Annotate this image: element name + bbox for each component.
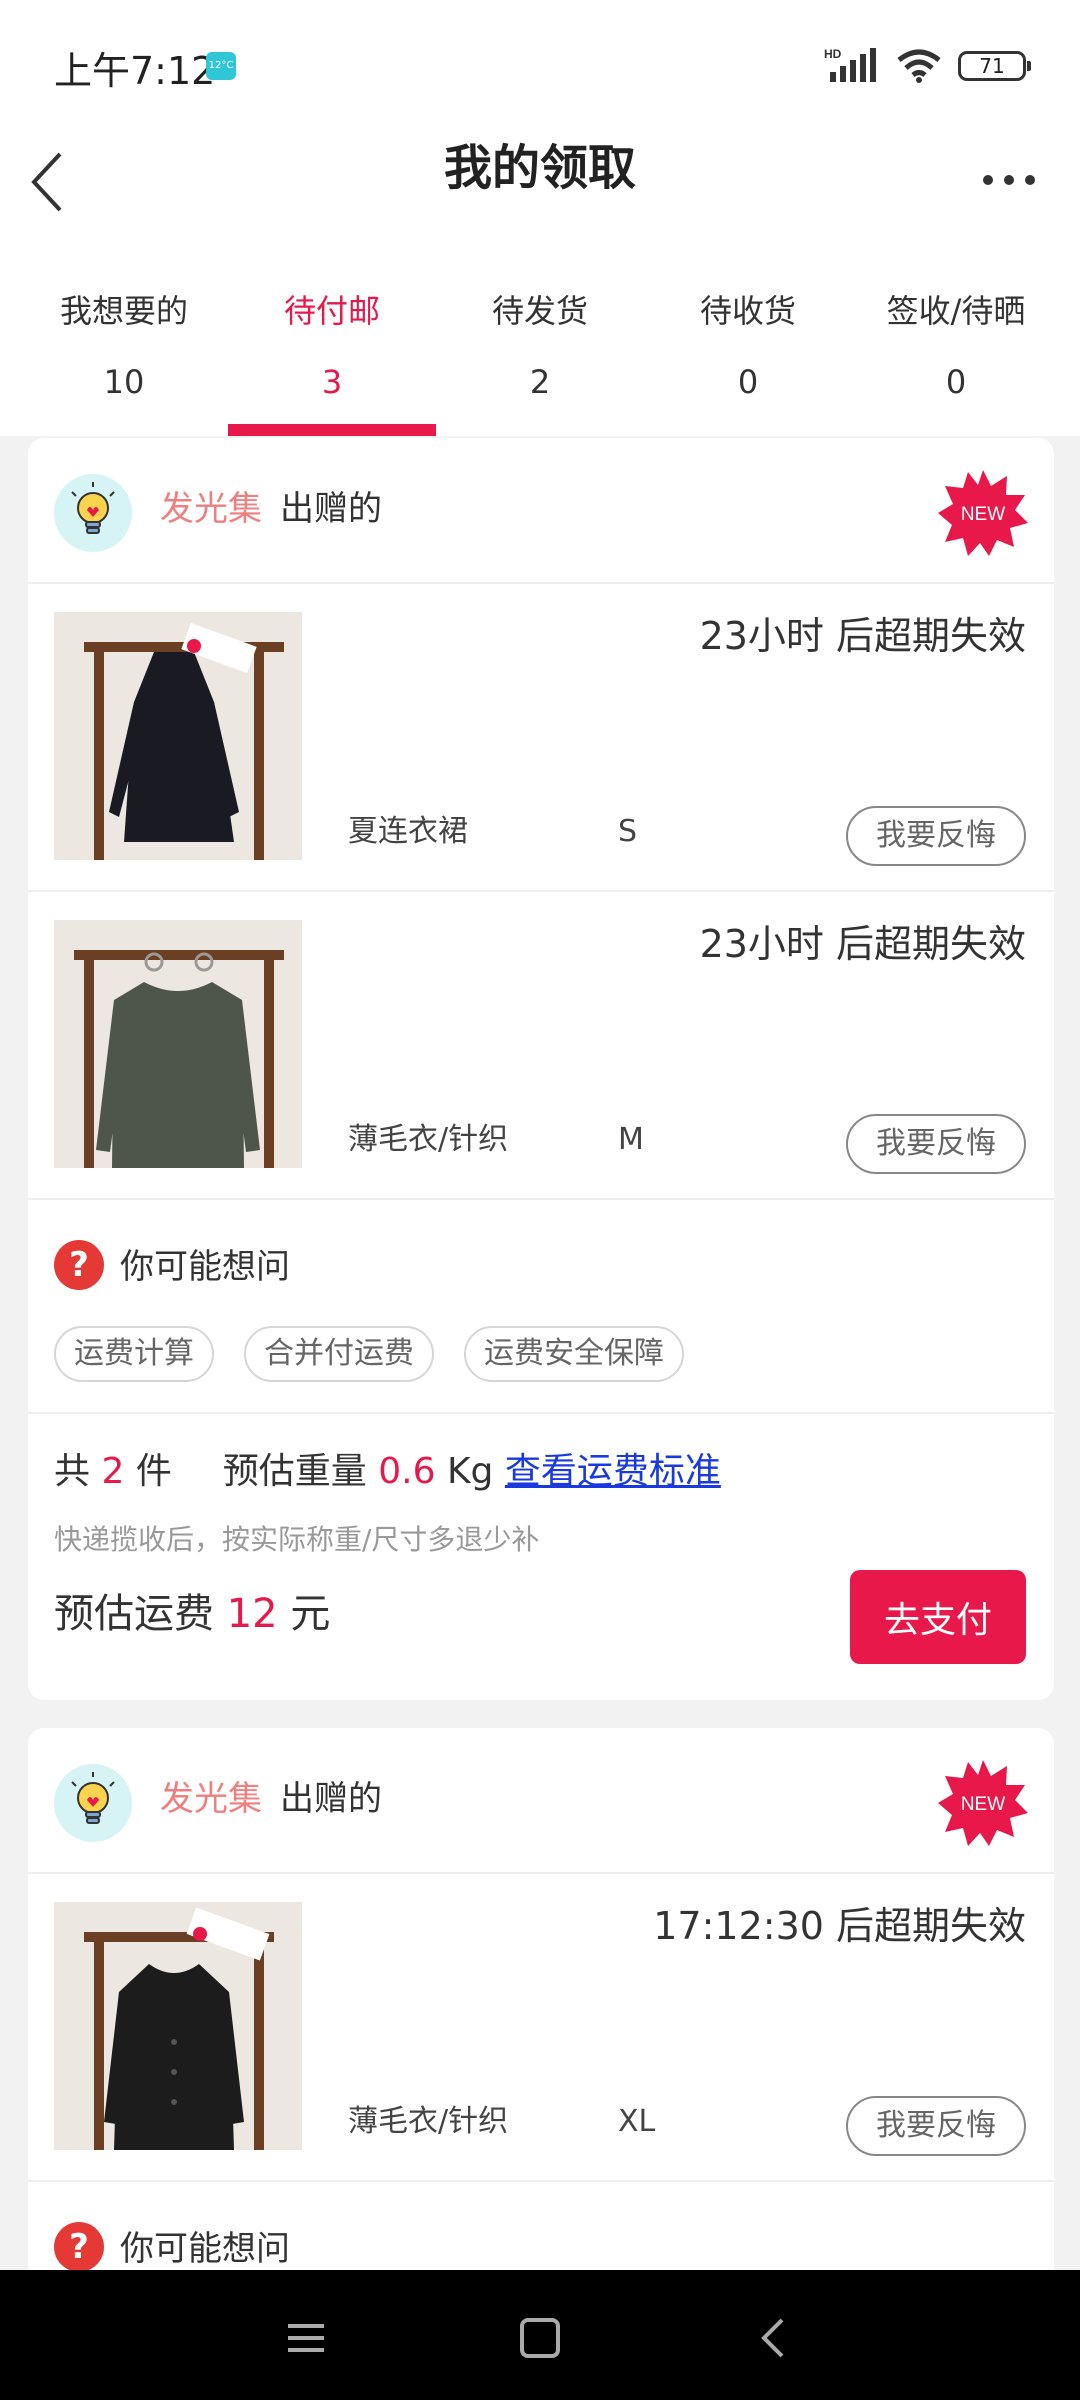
item-name: 薄毛衣/针织 xyxy=(348,1122,509,1157)
faq-tags: 运费计算 合并付运费 运费安全保障 xyxy=(54,1326,684,1382)
order-card: 发光集 出赠的 NEW 17:12:30 后超期失效 薄毛衣/针织 XL 我要反… xyxy=(28,1728,1054,2328)
order-card: 发光集 出赠的 NEW 23小时 后超期失效 夏连衣裙 S 我要反悔 23小时 … xyxy=(28,438,1054,1700)
item-image[interactable] xyxy=(54,920,302,1168)
page-title: 我的领取 xyxy=(443,140,636,196)
tab-pending-receipt[interactable]: 待收货 0 xyxy=(644,270,852,436)
item-count-unit: 件 xyxy=(135,1451,172,1492)
item-row: 23小时 后超期失效 夏连衣裙 S 我要反悔 xyxy=(28,584,1054,892)
new-badge-label: NEW xyxy=(961,504,1005,525)
tab-label: 待发货 xyxy=(491,292,588,330)
back-icon xyxy=(31,152,62,212)
back-button[interactable] xyxy=(22,142,92,222)
tab-label: 待收货 xyxy=(699,292,796,330)
question-icon: ? xyxy=(54,2222,104,2272)
regret-button[interactable]: 我要反悔 xyxy=(846,806,1026,866)
item-size: S xyxy=(618,814,638,849)
tab-pending-shipment[interactable]: 待发货 2 xyxy=(436,270,644,436)
card-header: 发光集 出赠的 NEW xyxy=(28,438,1054,584)
new-starburst-icon: NEW xyxy=(938,1760,1028,1846)
item-name: 夏连衣裙 xyxy=(348,814,468,849)
regret-button[interactable]: 我要反悔 xyxy=(846,1114,1026,1174)
fee-label: 预估运费 xyxy=(54,1591,214,1637)
faq-title: 你可能想问 xyxy=(120,2229,290,2269)
new-badge-label: NEW xyxy=(961,1794,1005,1815)
summary-line: 共 2 件 预估重量 0.6 Kg 查看运费标准 xyxy=(54,1444,721,1500)
more-icon xyxy=(983,175,1035,185)
item-size: XL xyxy=(618,2104,656,2139)
active-tab-indicator xyxy=(228,424,436,436)
cardigan-photo xyxy=(54,1902,302,2150)
faq-title: 你可能想问 xyxy=(120,1247,290,1287)
weight-value: 0.6 xyxy=(378,1451,436,1492)
sweater-photo xyxy=(54,920,302,1168)
donor-name[interactable]: 发光集 xyxy=(160,484,262,534)
pay-button[interactable]: 去支付 xyxy=(850,1570,1026,1664)
regret-button[interactable]: 我要反悔 xyxy=(846,2096,1026,2156)
status-time: 上午7:12 xyxy=(54,49,216,93)
tab-wanted[interactable]: 我想要的 10 xyxy=(20,270,228,436)
wifi-icon xyxy=(897,49,941,83)
item-expiry: 17:12:30 后超期失效 xyxy=(653,1904,1026,1948)
faq-tag-combine-postage[interactable]: 合并付运费 xyxy=(244,1326,434,1382)
network-label: HD xyxy=(824,47,842,61)
item-expiry: 23小时 后超期失效 xyxy=(699,614,1026,658)
status-tabs: 我想要的 10 待付邮 3 待发货 2 待收货 0 签收/待晒 0 xyxy=(0,270,1080,436)
tab-count: 2 xyxy=(529,363,551,401)
fee-value: 12 xyxy=(226,1591,278,1637)
home-icon[interactable] xyxy=(510,2308,570,2368)
tab-count: 10 xyxy=(103,363,145,401)
temperature-icon: 12°C xyxy=(206,52,236,80)
card-header: 发光集 出赠的 NEW xyxy=(28,1728,1054,1874)
shipping-summary: 共 2 件 预估重量 0.6 Kg 查看运费标准 快递揽收后，按实际称重/尺寸多… xyxy=(28,1414,1054,1700)
item-name: 薄毛衣/针织 xyxy=(348,2104,509,2139)
tab-count: 3 xyxy=(321,363,343,401)
faq-section: ? 你可能想问 运费计算 合并付运费 运费安全保障 xyxy=(28,1200,1054,1414)
item-row: 23小时 后超期失效 薄毛衣/针织 M 我要反悔 xyxy=(28,892,1054,1200)
tab-signed-review[interactable]: 签收/待晒 0 xyxy=(852,270,1060,436)
avatar[interactable] xyxy=(54,1764,132,1842)
weight-unit: Kg xyxy=(446,1451,494,1492)
item-count: 2 xyxy=(101,1451,125,1492)
more-button[interactable] xyxy=(974,142,1044,202)
new-starburst-icon: NEW xyxy=(938,470,1028,556)
battery-icon: 71 xyxy=(958,51,1031,81)
avatar[interactable] xyxy=(54,474,132,552)
donor-suffix: 出赠的 xyxy=(280,489,382,529)
signal-icon: HD xyxy=(824,47,876,82)
fee-note: 快递揽收后，按实际称重/尺寸多退少补 xyxy=(54,1523,540,1556)
lightbulb-icon xyxy=(71,1772,115,1824)
tab-label: 待付邮 xyxy=(283,292,380,330)
system-nav-bar xyxy=(0,2270,1080,2400)
tab-pending-postage[interactable]: 待付邮 3 xyxy=(228,270,436,436)
lightbulb-icon xyxy=(71,482,115,534)
fee-standard-link[interactable]: 查看运费标准 xyxy=(505,1451,721,1492)
faq-tag-shipping-calc[interactable]: 运费计算 xyxy=(54,1326,214,1382)
status-bar: 上午7:12 12°C HD 71 xyxy=(0,0,1080,130)
back-nav-icon[interactable] xyxy=(744,2308,804,2368)
item-image[interactable] xyxy=(54,1902,302,2150)
fee-unit: 元 xyxy=(290,1591,331,1637)
dress-photo xyxy=(54,612,302,860)
question-icon: ? xyxy=(54,1240,104,1290)
status-icons: HD 71 xyxy=(824,44,1031,88)
item-row: 17:12:30 后超期失效 薄毛衣/针织 XL 我要反悔 xyxy=(28,1874,1054,2182)
item-size: M xyxy=(618,1122,644,1157)
donor-name[interactable]: 发光集 xyxy=(160,1774,262,1824)
weight-label: 预估重量 xyxy=(222,1451,367,1492)
tab-label: 签收/待晒 xyxy=(886,292,1026,330)
estimated-fee: 预估运费 12 元 xyxy=(54,1586,330,1642)
item-expiry: 23小时 后超期失效 xyxy=(699,922,1026,966)
item-image[interactable] xyxy=(54,612,302,860)
faq-tag-postage-safety[interactable]: 运费安全保障 xyxy=(464,1326,684,1382)
donor-suffix: 出赠的 xyxy=(280,1779,382,1819)
menu-icon[interactable] xyxy=(276,2308,336,2368)
nav-bar: 我的领取 xyxy=(0,130,1080,270)
tab-label: 我想要的 xyxy=(59,292,188,330)
tab-count: 0 xyxy=(737,363,759,401)
total-prefix: 共 xyxy=(54,1451,91,1492)
tab-count: 0 xyxy=(945,363,967,401)
